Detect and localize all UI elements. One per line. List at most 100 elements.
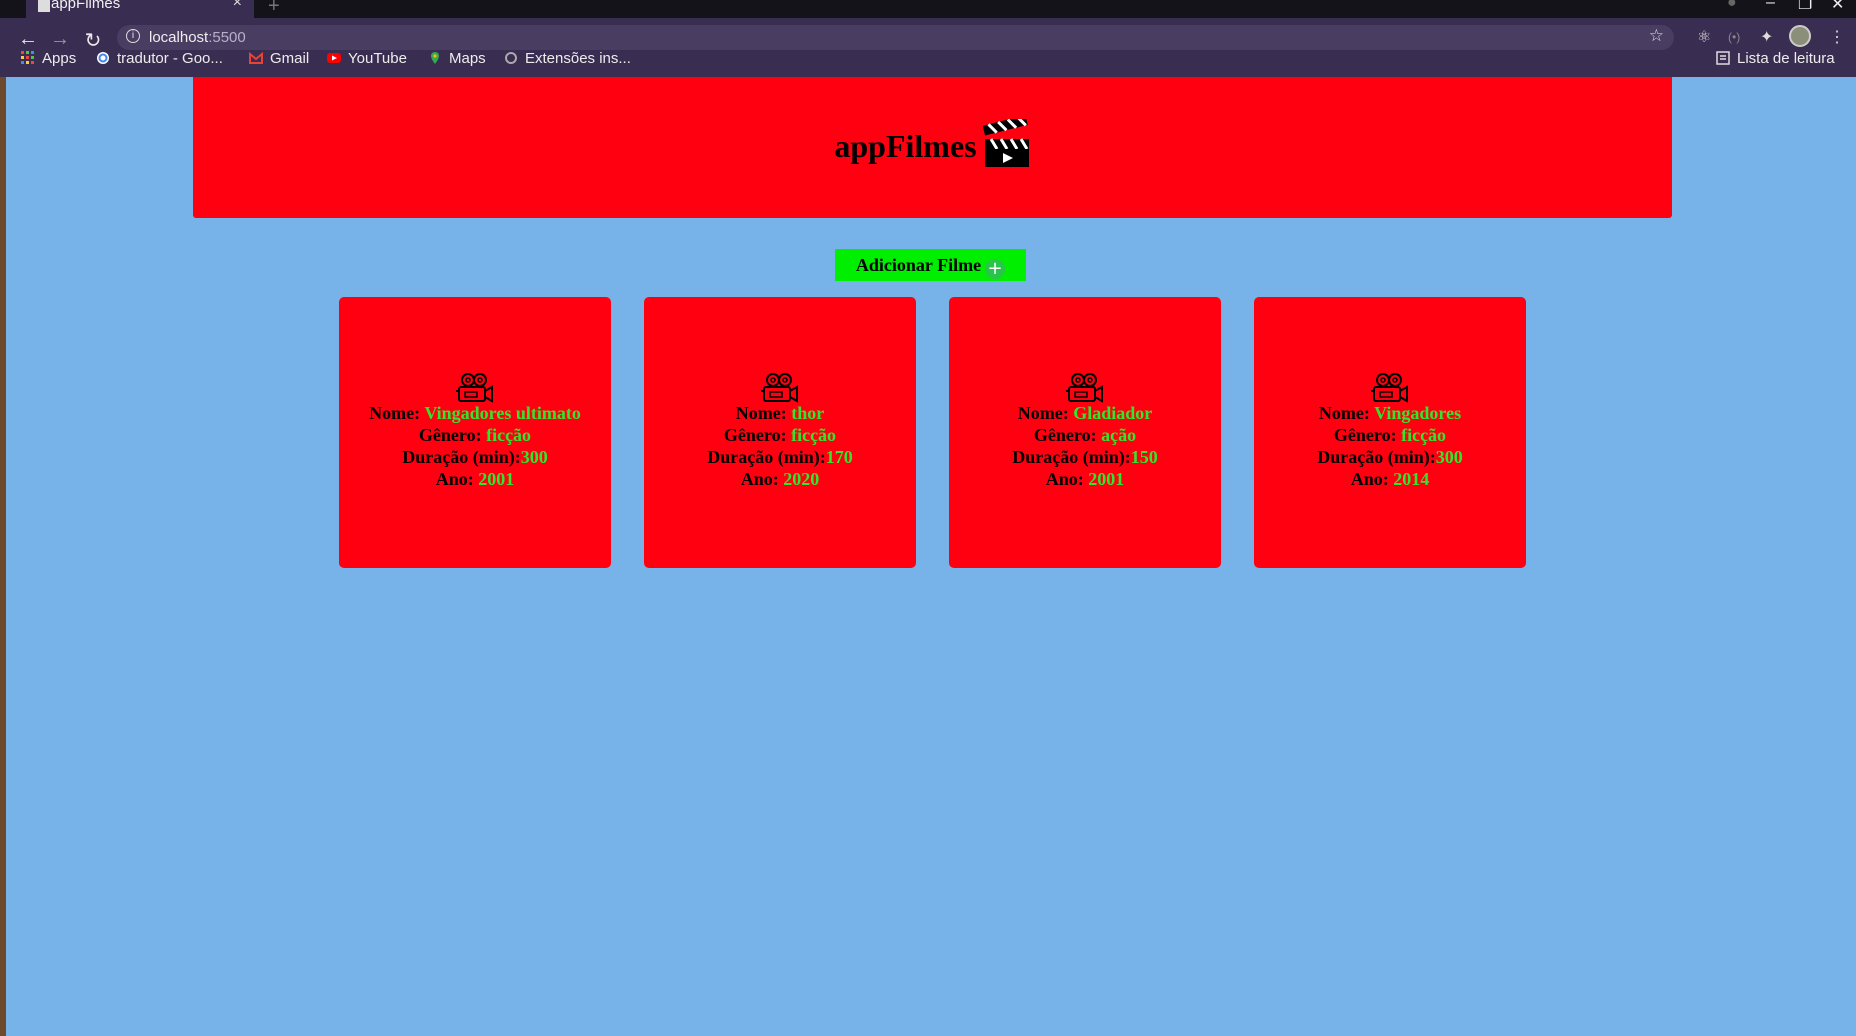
close-window-icon[interactable]: ✕	[1831, 0, 1844, 14]
movie-year-row: Ano: 2001	[949, 468, 1221, 490]
movie-name: Vingadores ultimato	[424, 403, 581, 423]
genre-label: Gênero:	[1033, 425, 1102, 445]
movie-genre: ficção	[486, 425, 532, 445]
movie-genre: ficção	[1401, 425, 1447, 445]
bookmark-youtube[interactable]: YouTube	[327, 50, 407, 67]
reading-list-label: Lista de leitura	[1737, 50, 1835, 67]
bookmark-label: Apps	[42, 50, 77, 67]
bookmark-gmail[interactable]: Gmail	[249, 50, 309, 67]
puzzle-icon	[505, 52, 517, 64]
movie-duration: 300	[520, 447, 548, 467]
movie-info: Nome: Vingadores ultimato Gênero: ficção…	[339, 402, 611, 490]
bookmark-star-icon[interactable]: ☆	[1649, 26, 1664, 46]
year-label: Ano:	[435, 469, 479, 489]
movie-duration: 150	[1130, 447, 1158, 467]
movie-genre-row: Gênero: ficção	[1254, 424, 1526, 446]
bookmark-apps[interactable]: Apps	[21, 50, 76, 67]
movie-camera-icon	[456, 373, 493, 403]
movie-camera-icon	[1066, 373, 1103, 403]
movie-year: 2001	[478, 469, 515, 489]
movie-duration: 170	[825, 447, 853, 467]
app-header: appFilmes	[193, 77, 1672, 218]
tab-appfilmes[interactable]: appFilmes ×	[26, 0, 254, 18]
tab-close-icon[interactable]: ×	[233, 0, 242, 11]
bookmark-extensoes[interactable]: Extensões ins...	[504, 50, 631, 67]
bookmarks-bar: Apps tradutor - Goo... Gmail YouTube Map…	[0, 44, 1856, 77]
restore-icon[interactable]: ❐	[1798, 0, 1812, 14]
movie-year: 2001	[1088, 469, 1125, 489]
new-tab-button[interactable]: +	[268, 0, 280, 18]
year-label: Ano:	[1350, 469, 1394, 489]
movie-name: Gladiador	[1073, 403, 1153, 423]
movie-duration-row: Duração (min):300	[1254, 446, 1526, 468]
tab-title: appFilmes	[51, 0, 121, 12]
movie-duration-row: Duração (min):170	[644, 446, 916, 468]
tab-strip: appFilmes × + ● – ❐ ✕	[0, 0, 1856, 18]
duration-label: Duração (min):	[402, 447, 521, 467]
clapperboard-favicon-icon	[38, 0, 50, 12]
bookmark-label: tradutor - Goo...	[117, 50, 223, 67]
movie-card: Nome: Gladiador Gênero: ação Duração (mi…	[949, 297, 1221, 568]
movie-name-row: Nome: thor	[644, 402, 916, 424]
movie-info: Nome: thor Gênero: ficção Duração (min):…	[644, 402, 916, 490]
name-label: Nome:	[735, 403, 792, 423]
movie-info: Nome: Vingadores Gênero: ficção Duração …	[1254, 402, 1526, 490]
movie-name: thor	[791, 403, 825, 423]
genre-label: Gênero:	[418, 425, 487, 445]
bookmark-label: Extensões ins...	[525, 50, 631, 67]
movie-genre-row: Gênero: ficção	[339, 424, 611, 446]
movie-genre-row: Gênero: ação	[949, 424, 1221, 446]
youtube-icon	[327, 53, 341, 63]
gmail-icon	[249, 51, 263, 64]
name-label: Nome:	[1017, 403, 1074, 423]
browser-window: appFilmes × + ● – ❐ ✕ ← → ↻ i localhost:…	[0, 0, 1856, 1036]
year-label: Ano:	[740, 469, 784, 489]
movie-info: Nome: Gladiador Gênero: ação Duração (mi…	[949, 402, 1221, 490]
reading-list-button[interactable]: Lista de leitura	[1716, 50, 1835, 67]
movie-duration-row: Duração (min):300	[339, 446, 611, 468]
movie-card: Nome: Vingadores ultimato Gênero: ficção…	[339, 297, 611, 568]
duration-label: Duração (min):	[1012, 447, 1131, 467]
tab-search-icon[interactable]: ●	[1727, 0, 1737, 12]
genre-label: Gênero:	[723, 425, 792, 445]
add-movie-button[interactable]: Adicionar Filme +	[835, 249, 1026, 281]
duration-label: Duração (min):	[707, 447, 826, 467]
bookmark-label: Gmail	[270, 50, 310, 67]
movie-name-row: Nome: Vingadores ultimato	[339, 402, 611, 424]
movie-year-row: Ano: 2014	[1254, 468, 1526, 490]
extension-icon[interactable]: (•)	[1728, 30, 1740, 44]
bookmark-maps[interactable]: Maps	[428, 50, 486, 67]
bookmark-label: Maps	[449, 50, 486, 67]
movie-genre-row: Gênero: ficção	[644, 424, 916, 446]
movie-genre: ação	[1101, 425, 1137, 445]
apps-grid-icon	[21, 51, 34, 64]
movie-year: 2014	[1393, 469, 1430, 489]
bookmark-tradutor[interactable]: tradutor - Goo...	[96, 50, 223, 67]
movie-year: 2020	[783, 469, 820, 489]
movie-duration-row: Duração (min):150	[949, 446, 1221, 468]
page-title: appFilmes	[193, 119, 1672, 169]
movie-genre: ficção	[791, 425, 837, 445]
google-icon	[97, 52, 109, 64]
name-label: Nome:	[1318, 403, 1375, 423]
minimize-icon[interactable]: –	[1766, 0, 1775, 12]
site-info-icon[interactable]: i	[126, 29, 140, 43]
movie-camera-icon	[1371, 373, 1408, 403]
maps-pin-icon	[431, 52, 439, 64]
movie-name-row: Nome: Vingadores	[1254, 402, 1526, 424]
year-label: Ano:	[1045, 469, 1089, 489]
genre-label: Gênero:	[1333, 425, 1402, 445]
duration-label: Duração (min):	[1317, 447, 1436, 467]
movie-name-row: Nome: Gladiador	[949, 402, 1221, 424]
reading-list-icon	[1716, 51, 1730, 65]
page-viewport: appFilmes Adicionar Filme + Nome: Vingad…	[6, 77, 1856, 1036]
movie-duration: 300	[1435, 447, 1463, 467]
movie-year-row: Ano: 2001	[339, 468, 611, 490]
app-title: appFilmes	[834, 128, 977, 164]
bookmark-label: YouTube	[348, 50, 407, 67]
movie-card: Nome: thor Gênero: ficção Duração (min):…	[644, 297, 916, 568]
clapperboard-icon	[982, 119, 1029, 167]
movie-camera-icon	[761, 373, 798, 403]
movie-year-row: Ano: 2020	[644, 468, 916, 490]
movie-name: Vingadores	[1374, 403, 1462, 423]
